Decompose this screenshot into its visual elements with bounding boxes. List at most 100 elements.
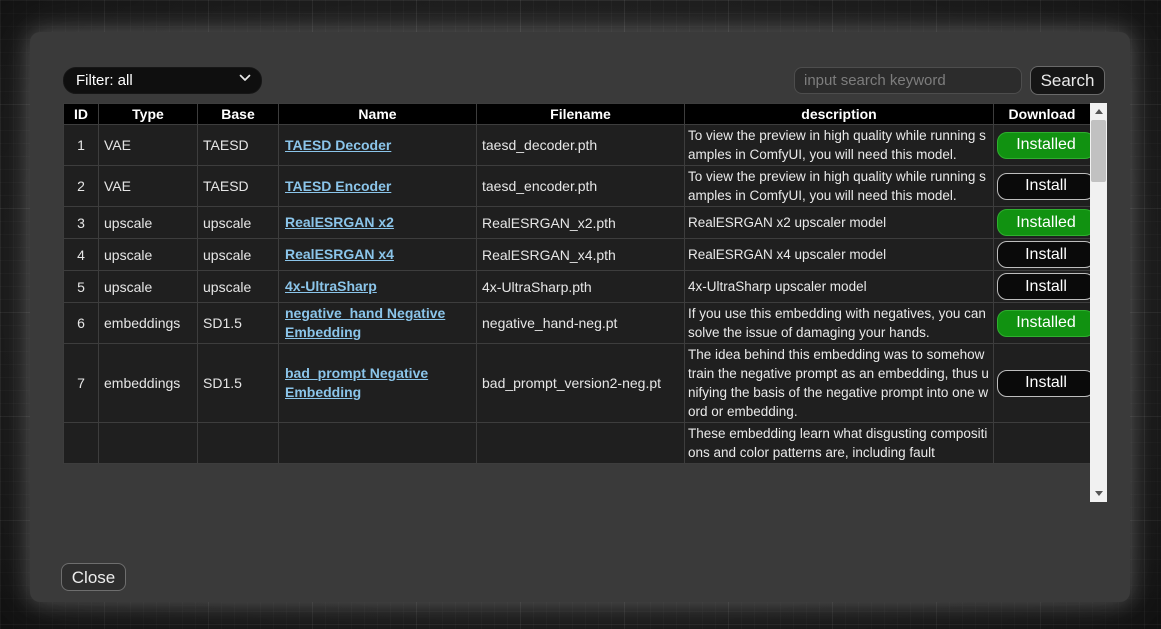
cell-filename: taesd_decoder.pth xyxy=(477,125,685,166)
install-button[interactable]: Install xyxy=(997,370,1090,397)
cell-name: TAESD Decoder xyxy=(279,125,477,166)
model-name-link[interactable]: RealESRGAN x4 xyxy=(285,246,394,262)
cell-id: 3 xyxy=(64,207,99,239)
cell-filename: bad_prompt_version2-neg.pt xyxy=(477,344,685,423)
cell-base: SD1.5 xyxy=(198,344,279,423)
cell-base: SD1.5 xyxy=(198,303,279,344)
install-button[interactable]: Install xyxy=(997,241,1090,268)
cell-id: 2 xyxy=(64,166,99,207)
cell-download: Install xyxy=(994,239,1091,271)
column-header-name: Name xyxy=(279,104,477,125)
table-row: 1VAETAESD TAESD Decoder taesd_decoder.pthT… xyxy=(64,125,1091,166)
cell-name: TAESD Encoder xyxy=(279,166,477,207)
column-header-description: description xyxy=(685,104,994,125)
table-row: 7embeddingsSD1.5bad_prompt Negative Embe… xyxy=(64,344,1091,423)
cell-filename: 4x-UltraSharp.pth xyxy=(477,271,685,303)
model-name-link[interactable]: TAESD Encoder xyxy=(285,178,391,194)
installed-button: Installed xyxy=(997,209,1090,236)
table-header-row: ID Type Base Name Filename description D… xyxy=(64,104,1091,125)
installed-button: Installed xyxy=(997,310,1090,337)
column-header-filename: Filename xyxy=(477,104,685,125)
cell-name xyxy=(279,423,477,464)
cell-description: 4x-UltraSharp upscaler model xyxy=(685,271,994,303)
cell-type xyxy=(99,423,198,464)
install-button[interactable]: Install xyxy=(997,273,1090,300)
table-row: These embedding learn what disgusting co… xyxy=(64,423,1091,464)
cell-description: The idea behind this embedding was to so… xyxy=(685,344,994,423)
scrollbar-thumb[interactable] xyxy=(1091,120,1106,182)
filter-select-wrap: Filter: all xyxy=(63,67,262,94)
column-header-type: Type xyxy=(99,104,198,125)
cell-download xyxy=(994,423,1091,464)
scrollbar-down-arrow-icon[interactable] xyxy=(1090,485,1107,502)
table-row: 3upscaleupscaleRealESRGAN x2RealESRGAN_x… xyxy=(64,207,1091,239)
table-row: 5upscaleupscale4x-UltraSharp4x-UltraShar… xyxy=(64,271,1091,303)
cell-filename: RealESRGAN_x4.pth xyxy=(477,239,685,271)
scrollbar-up-arrow-icon[interactable] xyxy=(1090,103,1107,120)
cell-type: embeddings xyxy=(99,344,198,423)
cell-type: upscale xyxy=(99,207,198,239)
cell-id: 6 xyxy=(64,303,99,344)
model-name-link[interactable]: negative_hand Negative Embedding xyxy=(285,305,445,340)
filter-select[interactable]: Filter: all xyxy=(63,67,262,94)
cell-download: Installed xyxy=(994,125,1091,166)
model-name-link[interactable]: bad_prompt Negative Embedding xyxy=(285,365,428,400)
cell-type: embeddings xyxy=(99,303,198,344)
column-header-id: ID xyxy=(64,104,99,125)
cell-download: Installed xyxy=(994,303,1091,344)
model-manager-dialog: Filter: all Search ID Type Base Name xyxy=(30,32,1130,602)
model-table-clip: ID Type Base Name Filename description D… xyxy=(63,103,1090,502)
cell-filename: negative_hand-neg.pt xyxy=(477,303,685,344)
cell-id: 5 xyxy=(64,271,99,303)
model-name-link[interactable]: TAESD Decoder xyxy=(285,137,391,153)
cell-id: 4 xyxy=(64,239,99,271)
table-row: 4upscaleupscaleRealESRGAN x4RealESRGAN_x… xyxy=(64,239,1091,271)
cell-type: VAE xyxy=(99,166,198,207)
cell-id: 7 xyxy=(64,344,99,423)
cell-description: These embedding learn what disgusting co… xyxy=(685,423,994,464)
cell-filename xyxy=(477,423,685,464)
cell-name: bad_prompt Negative Embedding xyxy=(279,344,477,423)
model-name-link[interactable]: 4x-UltraSharp xyxy=(285,278,377,294)
cell-description: RealESRGAN x2 upscaler model xyxy=(685,207,994,239)
cell-description: RealESRGAN x4 upscaler model xyxy=(685,239,994,271)
cell-name: 4x-UltraSharp xyxy=(279,271,477,303)
search-button[interactable]: Search xyxy=(1030,66,1105,95)
cell-id xyxy=(64,423,99,464)
model-table: ID Type Base Name Filename description D… xyxy=(63,103,1090,464)
search-input[interactable] xyxy=(794,67,1022,94)
cell-base: upscale xyxy=(198,207,279,239)
column-header-download: Download xyxy=(994,104,1091,125)
cell-description: If you use this embedding with negatives… xyxy=(685,303,994,344)
table-row: 6embeddingsSD1.5negative_hand Negative E… xyxy=(64,303,1091,344)
cell-name: RealESRGAN x2 xyxy=(279,207,477,239)
table-body: 1VAETAESDTAESD Decodertaesd_decoder.pthT… xyxy=(64,125,1091,464)
cell-base: upscale xyxy=(198,271,279,303)
table-row: 2VAETAESD TAESD Encoder taesd_encoder.pthT… xyxy=(64,166,1091,207)
cell-type: VAE xyxy=(99,125,198,166)
cell-type: upscale xyxy=(99,271,198,303)
cell-filename: taesd_encoder.pth xyxy=(477,166,685,207)
install-button[interactable]: Install xyxy=(997,173,1090,200)
model-name-link[interactable]: RealESRGAN x2 xyxy=(285,214,394,230)
cell-name: negative_hand Negative Embedding xyxy=(279,303,477,344)
cell-id: 1 xyxy=(64,125,99,166)
cell-description: To view the preview in high quality whil… xyxy=(685,125,994,166)
cell-base: TAESD xyxy=(198,166,279,207)
cell-download: Install xyxy=(994,166,1091,207)
close-button[interactable]: Close xyxy=(61,563,126,591)
table-scrollbar[interactable] xyxy=(1090,103,1107,502)
cell-base: upscale xyxy=(198,239,279,271)
cell-download: Install xyxy=(994,344,1091,423)
cell-download: Installed xyxy=(994,207,1091,239)
cell-download: Install xyxy=(994,271,1091,303)
cell-base: TAESD xyxy=(198,125,279,166)
column-header-base: Base xyxy=(198,104,279,125)
model-table-area: ID Type Base Name Filename description D… xyxy=(63,103,1109,502)
cell-name: RealESRGAN x4 xyxy=(279,239,477,271)
cell-description: To view the preview in high quality whil… xyxy=(685,166,994,207)
cell-base xyxy=(198,423,279,464)
cell-filename: RealESRGAN_x2.pth xyxy=(477,207,685,239)
installed-button: Installed xyxy=(997,132,1090,159)
cell-type: upscale xyxy=(99,239,198,271)
